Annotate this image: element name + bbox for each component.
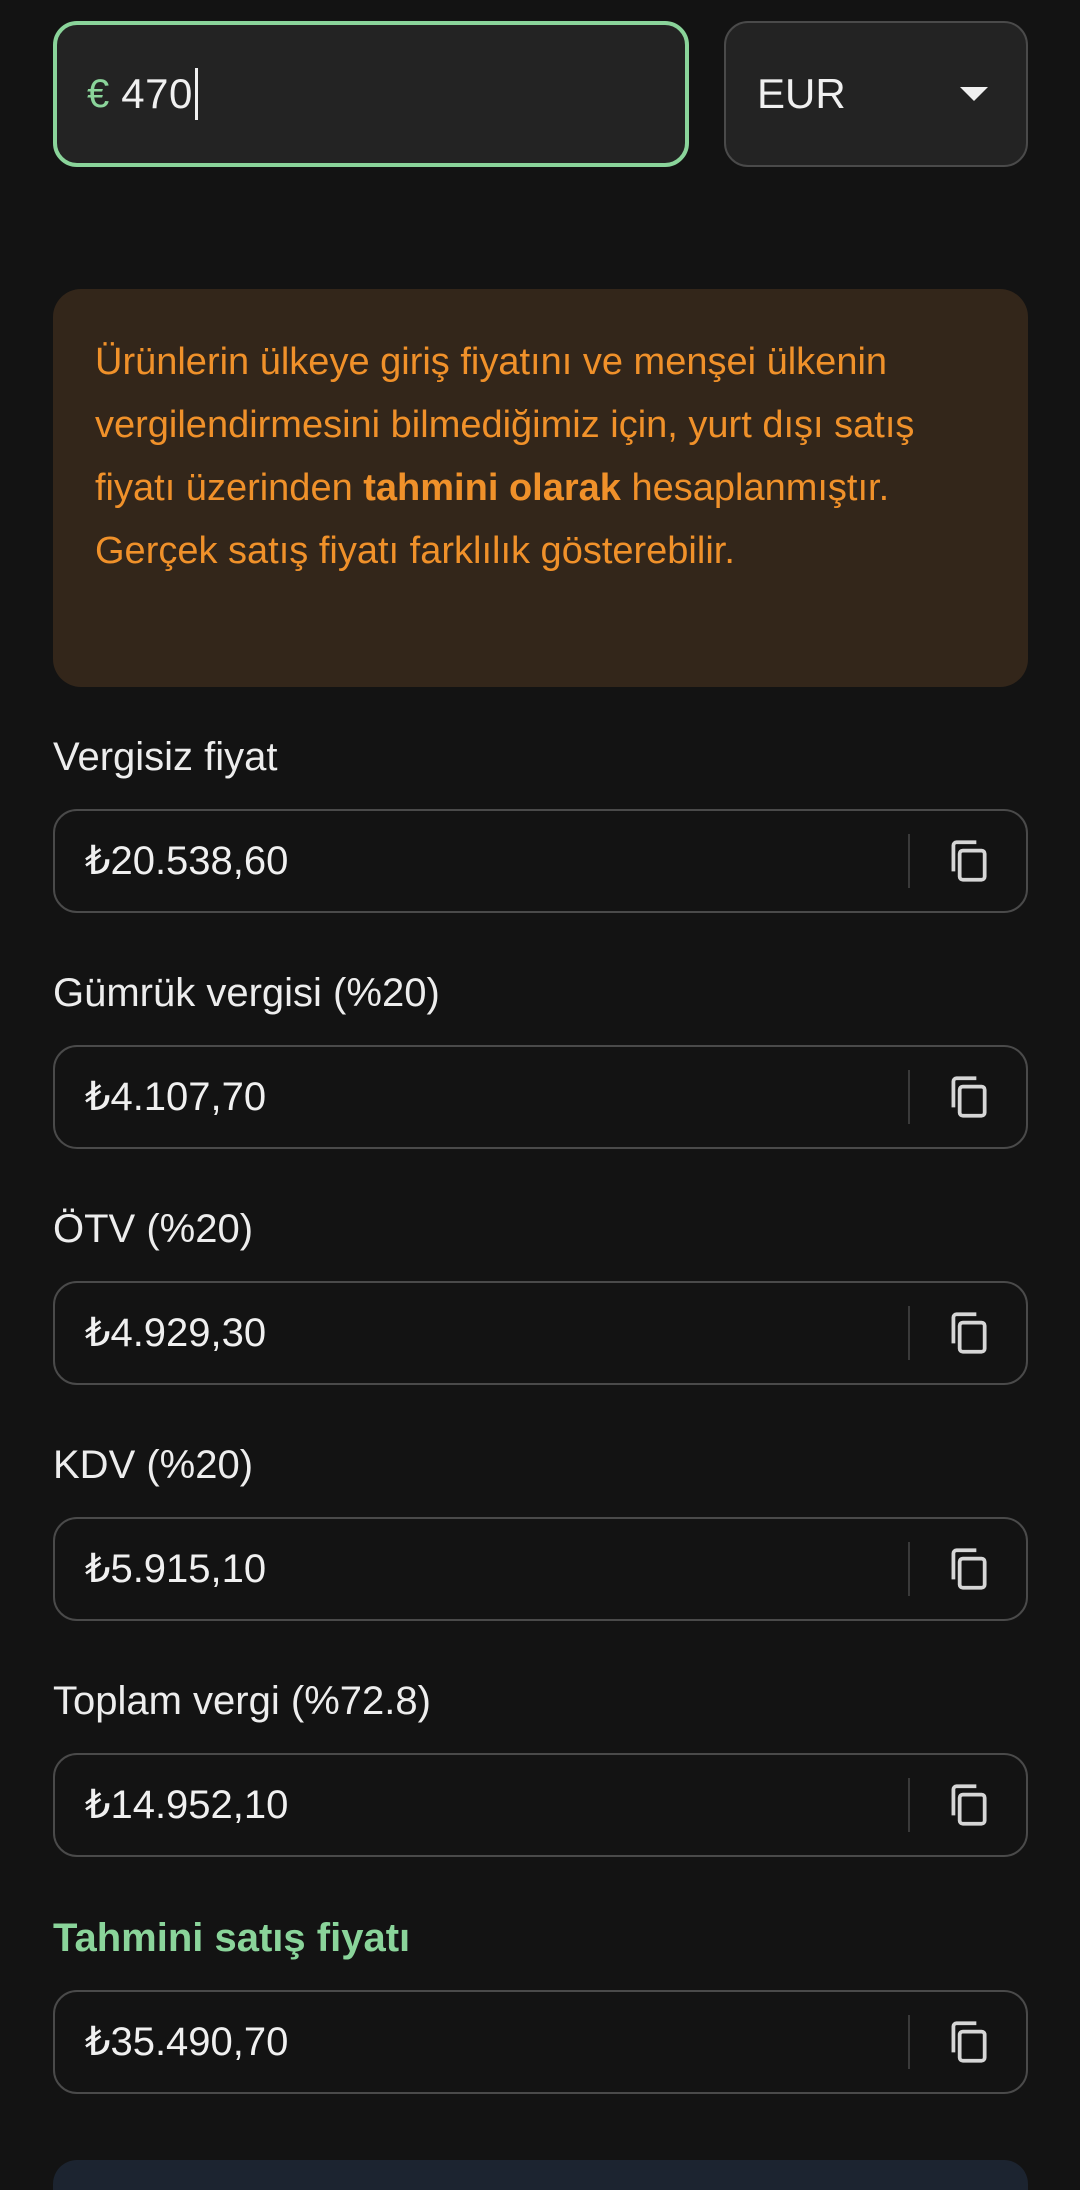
field-estimated-sale-price: ₺35.490,70 <box>53 1990 1028 2094</box>
label-customs-tax: Gümrük vergisi (%20) <box>53 971 440 1015</box>
copy-icon <box>951 1548 987 1590</box>
label-total-tax: Toplam vergi (%72.8) <box>53 1679 431 1723</box>
amount-value: 470 <box>121 70 193 117</box>
value-otv: ₺4.929,30 <box>85 1311 267 1355</box>
euro-symbol: € <box>87 71 110 116</box>
copy-icon <box>951 1784 987 1826</box>
dropdown-arrow-icon <box>960 87 988 101</box>
copy-icon <box>951 840 987 882</box>
label-untaxed-price: Vergisiz fiyat <box>53 735 278 779</box>
copy-icon <box>951 1076 987 1118</box>
next-card-edge <box>53 2160 1028 2190</box>
copy-button-total-tax[interactable] <box>910 1755 1026 1855</box>
copy-button-untaxed-price[interactable] <box>910 811 1026 911</box>
amount-input[interactable]: € 470 <box>53 21 689 167</box>
notice-text-bold: tahmini olarak <box>363 467 621 509</box>
field-customs-tax: ₺4.107,70 <box>53 1045 1028 1149</box>
label-estimated-sale-price: Tahmini satış fiyatı <box>53 1916 411 1960</box>
copy-button-customs-tax[interactable] <box>910 1047 1026 1147</box>
value-customs-tax: ₺4.107,70 <box>85 1075 267 1119</box>
value-total-tax: ₺14.952,10 <box>85 1783 289 1827</box>
field-otv: ₺4.929,30 <box>53 1281 1028 1385</box>
value-estimated-sale-price: ₺35.490,70 <box>85 2020 289 2064</box>
copy-button-otv[interactable] <box>910 1283 1026 1383</box>
field-total-tax: ₺14.952,10 <box>53 1753 1028 1857</box>
copy-button-kdv[interactable] <box>910 1519 1026 1619</box>
copy-icon <box>951 1312 987 1354</box>
text-caret <box>194 68 198 120</box>
value-kdv: ₺5.915,10 <box>85 1547 267 1591</box>
copy-button-estimated-sale-price[interactable] <box>910 1992 1026 2092</box>
currency-dropdown[interactable]: EUR <box>724 21 1028 167</box>
value-untaxed-price: ₺20.538,60 <box>85 839 289 883</box>
currency-selected: EUR <box>757 70 846 117</box>
field-untaxed-price: ₺20.538,60 <box>53 809 1028 913</box>
label-otv: ÖTV (%20) <box>53 1207 254 1251</box>
label-kdv: KDV (%20) <box>53 1443 254 1487</box>
field-kdv: ₺5.915,10 <box>53 1517 1028 1621</box>
copy-icon <box>951 2021 987 2063</box>
estimate-notice: Ürünlerin ülkeye giriş fiyatını ve menşe… <box>53 289 1028 687</box>
